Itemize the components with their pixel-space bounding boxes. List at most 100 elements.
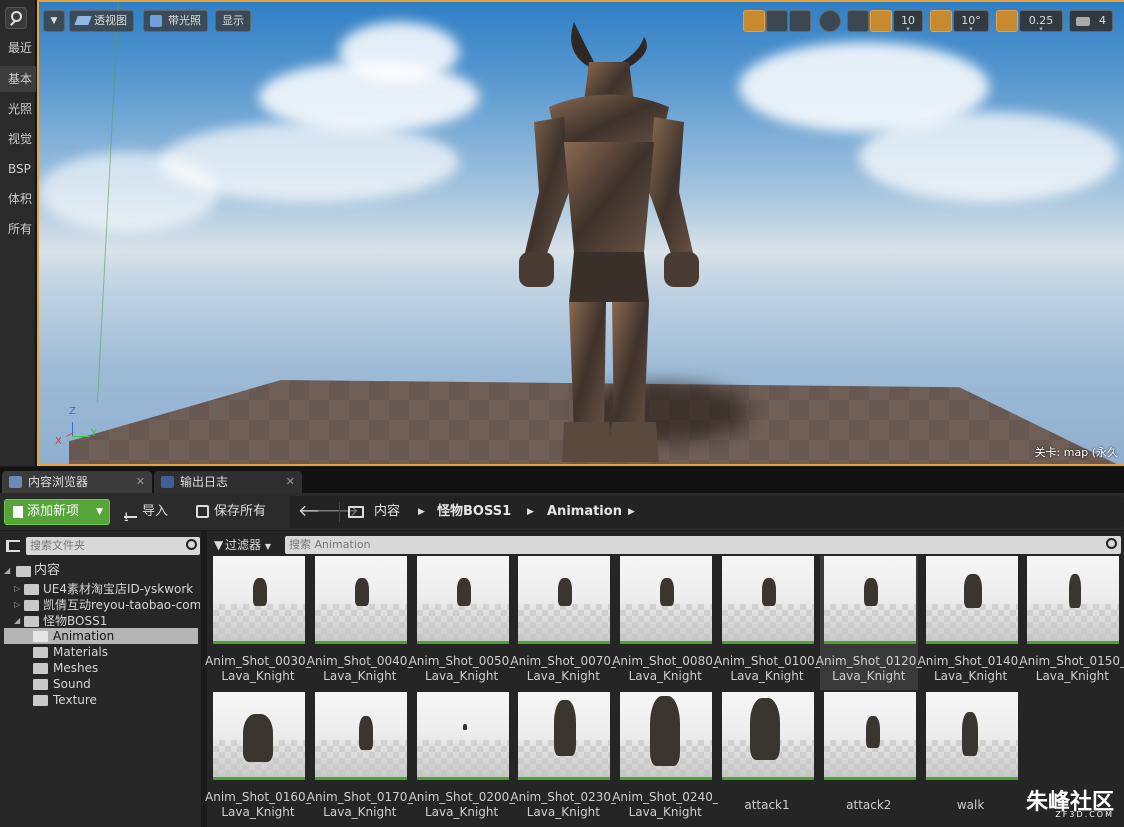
rotation-snap-value[interactable]: 10° ▾	[953, 10, 989, 33]
rotation-snap-icon[interactable]	[930, 10, 952, 32]
asset-tile[interactable]: Anim_Shot_0070_ Lava_Knight	[510, 556, 616, 690]
level-viewport[interactable]: Z Y X 关卡: map (永久 ▼ 透视图 带光照 显示 10 ▾ 10° ▾ …	[37, 0, 1124, 466]
asset-name: Anim_Shot_0050_	[408, 654, 515, 668]
asset-tile[interactable]: attack1	[718, 692, 816, 826]
asset-name: Anim_Shot_0150_	[1019, 654, 1124, 668]
asset-name: Anim_Shot_0200_	[408, 790, 515, 804]
scale-snap-icon[interactable]	[996, 10, 1018, 32]
breadcrumb-boss[interactable]: 怪物BOSS1	[437, 496, 511, 528]
asset-tile[interactable]: Anim_Shot_0170_ Lava_Knight	[307, 692, 413, 826]
asset-name: walk	[956, 798, 985, 812]
save-all-button[interactable]: 保存所有	[194, 499, 266, 525]
breadcrumb-separator[interactable]: ▶	[418, 496, 425, 528]
tree-item-label: Animation	[53, 629, 115, 643]
thumbnail-character	[253, 578, 267, 606]
asset-tile[interactable]: attack2	[820, 692, 918, 826]
mode-lights[interactable]: 光照	[0, 96, 36, 122]
breadcrumb-animation[interactable]: Animation	[547, 496, 622, 528]
folder-tree: 搜索文件夹 ◢ 内容 ▷ UE4素材淘宝店ID-yskwork ▷ 凯倩互动re…	[0, 531, 204, 827]
add-new-button[interactable]: 添加新项 ▼	[4, 499, 110, 525]
thumbnail-character	[865, 716, 880, 748]
mode-bsp[interactable]: BSP	[0, 156, 36, 182]
asset-thumbnail	[518, 692, 611, 780]
grid-snap-value[interactable]: 10 ▾	[893, 10, 923, 33]
tree-item-ue4-store[interactable]: ▷ UE4素材淘宝店ID-yskwork	[0, 581, 200, 597]
asset-tile[interactable]: Anim_Shot_0160_ Lava_Knight	[205, 692, 311, 826]
filters-button[interactable]: ▼ 过滤器 ▼	[211, 535, 283, 555]
asset-search-input[interactable]: 搜索 Animation	[285, 536, 1121, 554]
scale-snap-value[interactable]: 0.25 ▾	[1019, 10, 1063, 33]
tab-content-browser[interactable]: 内容浏览器 ✕	[2, 471, 152, 493]
tree-item-materials[interactable]: Materials	[0, 644, 200, 660]
rotate-icon[interactable]	[766, 10, 788, 32]
folder-search-input[interactable]: 搜索文件夹	[26, 537, 200, 555]
asset-tile[interactable]: Anim_Shot_0200_ Lava_Knight	[409, 692, 515, 826]
asset-tile[interactable]: Anim_Shot_0120_ Lava_Knight	[816, 556, 922, 690]
asset-thumbnail	[925, 692, 1018, 780]
translate-icon[interactable]	[743, 10, 765, 32]
viewport-options-button[interactable]: ▼	[43, 10, 65, 32]
asset-tile[interactable]: Anim_Shot_0150_ Lava_Knight	[1019, 556, 1124, 690]
asset-tile[interactable]: Anim_Shot_0040_ Lava_Knight	[307, 556, 413, 690]
mode-visual[interactable]: 视觉	[0, 126, 36, 152]
mode-volumes[interactable]: 体积	[0, 186, 36, 212]
asset-tile[interactable]: walk	[922, 692, 1020, 826]
breadcrumb-content[interactable]: 内容	[374, 496, 400, 528]
tree-item-texture[interactable]: Texture	[0, 692, 200, 708]
thumbnail-floor	[518, 604, 611, 641]
asset-name: Anim_Shot_0140_	[917, 654, 1024, 668]
camera-speed-button[interactable]: 4	[1069, 10, 1113, 32]
view-mode-label: 透视图	[94, 14, 127, 27]
asset-tile[interactable]: Anim_Shot_0030_ Lava_Knight	[205, 556, 311, 690]
new-file-icon	[13, 506, 23, 518]
import-button[interactable]: ⭳ 导入	[122, 499, 168, 525]
close-icon[interactable]: ✕	[136, 471, 145, 493]
folder-icon	[24, 600, 39, 611]
mode-recent[interactable]: 最近	[0, 35, 36, 61]
asset-tile[interactable]: Anim_Shot_0080_ Lava_Knight	[612, 556, 718, 690]
breadcrumb-separator[interactable]: ▶	[527, 496, 534, 528]
surface-snap-icon[interactable]	[847, 10, 869, 32]
close-icon[interactable]: ✕	[286, 471, 295, 493]
asset-tile[interactable]: Anim_Shot_0230_ Lava_Knight	[510, 692, 616, 826]
cloud	[339, 22, 459, 82]
tree-item-meshes[interactable]: Meshes	[0, 660, 200, 676]
view-mode-button[interactable]: 透视图	[69, 10, 134, 32]
lighting-mode-button[interactable]: 带光照	[143, 10, 208, 32]
folder-icon	[24, 584, 39, 595]
breadcrumb-separator[interactable]: ▶	[628, 496, 635, 528]
asset-tile[interactable]: Anim_Shot_0140_ Lava_Knight	[918, 556, 1024, 690]
grid-snap-icon[interactable]	[870, 10, 892, 32]
add-new-label: 添加新项	[27, 504, 80, 519]
thumbnail-character	[660, 578, 675, 606]
asset-name: Lava_Knight	[526, 669, 600, 683]
scale-icon[interactable]	[789, 10, 811, 32]
thumbnail-floor	[213, 604, 305, 641]
tree-item-boss1[interactable]: ◢ 怪物BOSS1	[0, 613, 200, 629]
show-button[interactable]: 显示	[215, 10, 251, 32]
mode-basic[interactable]: 基本	[0, 66, 36, 92]
world-local-icon[interactable]	[819, 10, 841, 32]
asset-tile[interactable]: Anim_Shot_0050_ Lava_Knight	[409, 556, 515, 690]
asset-name: Lava_Knight	[323, 669, 397, 683]
thumbnail-character	[762, 578, 776, 606]
lava-knight-character[interactable]	[494, 22, 724, 466]
asset-name: Lava_Knight	[628, 669, 702, 683]
asset-name: Anim_Shot_0170_	[306, 790, 413, 804]
asset-thumbnail	[722, 556, 814, 644]
axis-gizmo: Z Y X	[55, 406, 98, 447]
tree-item-animation[interactable]: Animation	[4, 628, 198, 644]
thumbnail-character	[358, 716, 373, 750]
tree-item-sound[interactable]: Sound	[0, 676, 200, 692]
output-log-icon	[161, 476, 174, 488]
tree-item-kaiqian[interactable]: ▷ 凯倩互动reyou-taobao-com	[0, 597, 200, 613]
asset-tile[interactable]: Anim_Shot_0100_ Lava_Knight	[714, 556, 820, 690]
modes-search-icon[interactable]	[5, 7, 27, 29]
tab-output-log[interactable]: 输出日志 ✕	[154, 471, 302, 493]
current-level-label: 关卡: map (永久	[1034, 446, 1118, 459]
mode-all[interactable]: 所有	[0, 216, 36, 242]
tree-item-content[interactable]: ◢ 内容	[0, 562, 200, 580]
sources-toggle-icon[interactable]	[6, 540, 20, 552]
asset-tile[interactable]: Anim_Shot_0240_ Lava_Knight	[612, 692, 718, 826]
cloud	[859, 112, 1119, 202]
